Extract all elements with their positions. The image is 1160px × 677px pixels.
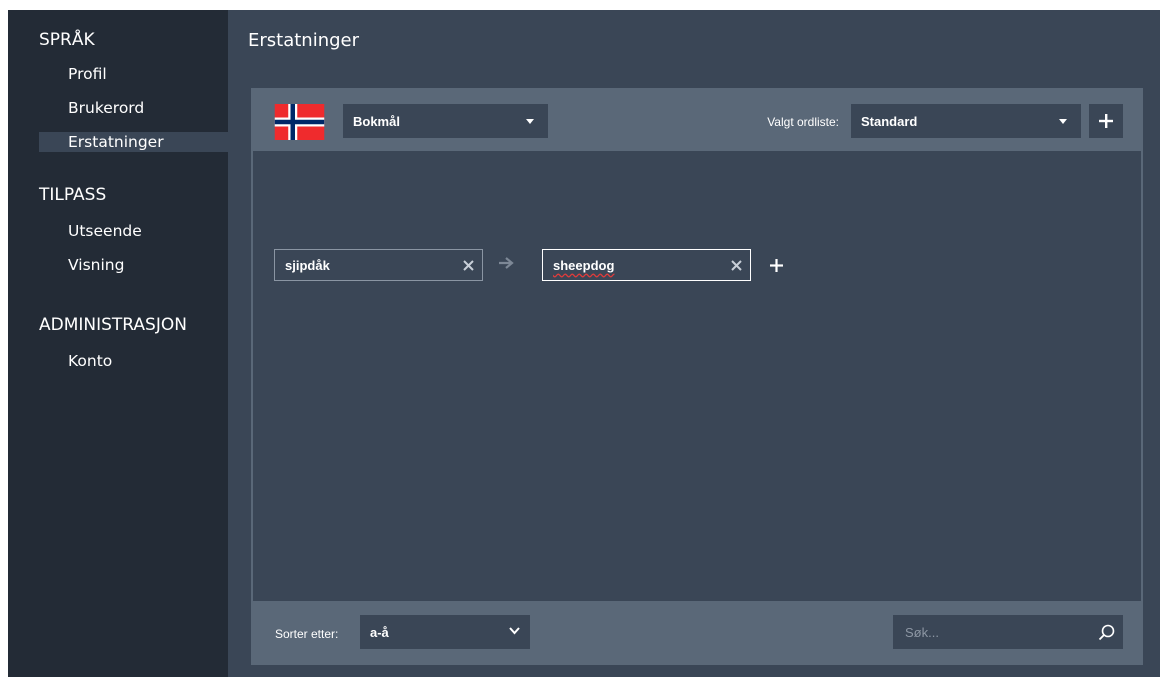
caret-down-icon xyxy=(526,119,534,124)
add-replacement-button[interactable] xyxy=(766,255,786,275)
plus-icon xyxy=(769,258,783,272)
close-icon xyxy=(730,259,742,271)
wordlist-label: Valgt ordliste: xyxy=(767,115,839,129)
sidebar-item-profil[interactable]: Profil xyxy=(8,57,228,91)
sidebar-item-brukerord[interactable]: Brukerord xyxy=(8,91,228,125)
search-icon[interactable] xyxy=(1089,615,1123,649)
arrow-right-icon xyxy=(499,257,514,269)
sidebar-section-title: TILPASS xyxy=(39,185,107,205)
close-icon xyxy=(462,259,474,271)
search-box xyxy=(893,615,1123,649)
replace-from-value: sjipdåk xyxy=(285,257,330,273)
sidebar-item-erstatninger[interactable]: Erstatninger xyxy=(39,132,228,152)
caret-down-icon xyxy=(1059,119,1067,124)
sidebar-item-visning[interactable]: Visning xyxy=(8,248,228,282)
replace-to-value: sheepdog xyxy=(553,257,615,273)
sidebar-item-utseende[interactable]: Utseende xyxy=(8,214,228,248)
replace-from-field[interactable]: sjipdåk xyxy=(274,249,483,281)
sidebar-section-tilpass: TILPASS Utseende Visning xyxy=(8,167,228,282)
wordlist-select[interactable]: Standard xyxy=(851,104,1081,138)
language-select[interactable]: Bokmål xyxy=(343,104,548,138)
norway-flag-icon xyxy=(274,104,325,140)
sort-select[interactable]: a-å xyxy=(360,615,530,649)
sidebar-section-title: SPRÅK xyxy=(39,30,95,50)
sort-select-value: a-å xyxy=(370,624,389,640)
add-wordlist-button[interactable] xyxy=(1089,104,1123,138)
search-input[interactable] xyxy=(905,624,1089,640)
clear-to-button[interactable] xyxy=(722,250,750,280)
replacement-list xyxy=(253,151,1141,601)
language-select-value: Bokmål xyxy=(353,113,400,129)
sidebar-section-administrasjon: ADMINISTRASJON Konto xyxy=(8,297,228,378)
sidebar-section-title: ADMINISTRASJON xyxy=(39,315,187,335)
plus-icon xyxy=(1099,114,1113,128)
chevron-down-icon xyxy=(509,627,520,635)
replacements-panel: Bokmål Valgt ordliste: Standard sjipdåk xyxy=(251,88,1143,665)
sidebar-section-sprak: SPRÅK Profil Brukerord Erstatninger xyxy=(8,10,228,152)
app-window: SPRÅK Profil Brukerord Erstatninger TILP… xyxy=(8,10,1160,677)
page-title: Erstatninger xyxy=(248,30,360,51)
clear-from-button[interactable] xyxy=(454,250,482,280)
main-content: Erstatninger Bokmål Valgt ordliste: Stan… xyxy=(228,10,1160,677)
sidebar: SPRÅK Profil Brukerord Erstatninger TILP… xyxy=(8,10,228,677)
wordlist-select-value: Standard xyxy=(861,113,918,129)
sort-label: Sorter etter: xyxy=(275,627,339,641)
sidebar-item-konto[interactable]: Konto xyxy=(8,344,228,378)
replace-to-field[interactable]: sheepdog xyxy=(542,249,751,281)
